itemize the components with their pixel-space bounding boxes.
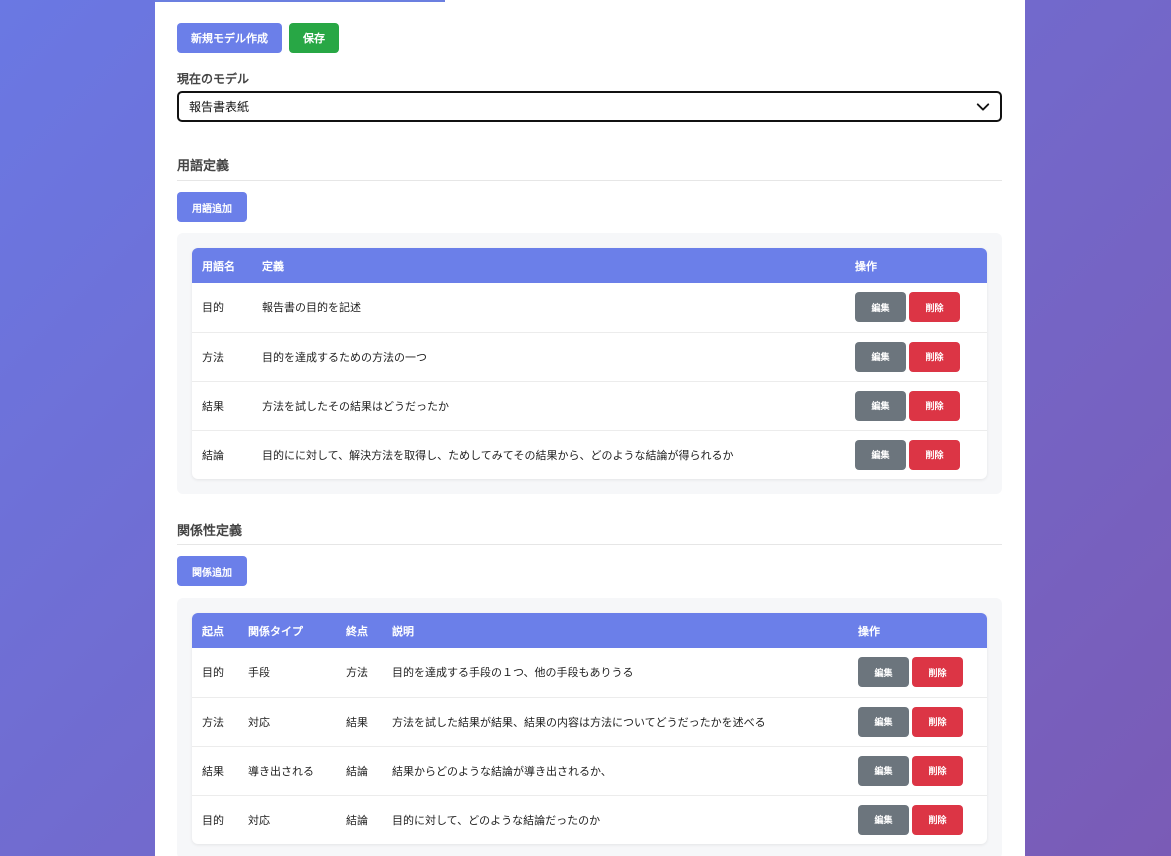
delete-button[interactable]: 削除	[912, 706, 963, 737]
terms-section-divider	[177, 180, 1002, 181]
term-definition: 目的を達成するための方法の一つ	[252, 331, 845, 381]
model-select-value: 報告書表紙	[189, 100, 250, 114]
delete-button[interactable]: 削除	[909, 390, 960, 421]
terms-section-title: 用語定義	[177, 159, 230, 174]
table-row: 目的 対応 結論 目的に対して、どのような結論だったのか 編集 削除	[192, 794, 987, 844]
table-row: 結果 導き出される 結論 結果からどのような結論が導き出されるか、 編集 削除	[192, 745, 987, 795]
delete-button[interactable]: 削除	[912, 755, 963, 786]
header-actions: 操作	[858, 624, 880, 638]
relation-to: 結論	[336, 745, 382, 795]
edit-button[interactable]: 編集	[855, 439, 906, 470]
relation-description: 目的に対して、どのような結論だったのか	[382, 794, 848, 844]
edit-button[interactable]: 編集	[855, 341, 906, 372]
table-row: 目的 報告書の目的を記述 編集 削除	[192, 283, 987, 332]
term-definition: 方法を試したその結果はどうだったか	[252, 380, 845, 430]
delete-button[interactable]: 削除	[909, 292, 960, 323]
new-model-button[interactable]: 新規モデル作成	[177, 23, 282, 53]
edit-button[interactable]: 編集	[858, 657, 909, 688]
table-row: 結論 目的にに対して、解決方法を取得し、ためしてみてその結果から、どのような結論が…	[192, 429, 987, 479]
relation-from: 目的	[202, 666, 224, 680]
terms-table: 用語名 定義 操作 目的 報告書の目的を記述 編集 削除 方法 目的を達成するための方法の…	[192, 248, 987, 479]
row-actions: 編集 削除	[848, 745, 987, 795]
relation-description: 方法を試した結果が結果、結果の内容は方法についてどうだったかを述べる	[382, 696, 848, 746]
term-name: 目的	[202, 301, 224, 315]
terms-table-container: 用語名 定義 操作 目的 報告書の目的を記述 編集 削除 方法 目的を達成するための方法の…	[177, 233, 1002, 494]
top-accent-bar	[155, 0, 445, 2]
delete-button[interactable]: 削除	[912, 804, 963, 835]
row-actions: 編集 削除	[848, 696, 987, 746]
row-actions: 編集 削除	[848, 794, 987, 844]
edit-button[interactable]: 編集	[855, 292, 906, 323]
row-actions: 編集 削除	[848, 648, 987, 697]
table-row: 方法 対応 結果 方法を試した結果が結果、結果の内容は方法についてどうだったかを述べる…	[192, 696, 987, 746]
edit-button[interactable]: 編集	[855, 390, 906, 421]
add-term-button[interactable]: 用語追加	[177, 192, 247, 222]
relations-table-container: 起点 関係タイプ 終点 説明 操作 目的 手段 方法 目的を達成する手段の１つ、他の手…	[177, 598, 1002, 856]
relation-from: 方法	[192, 696, 238, 746]
row-actions: 編集 削除	[845, 380, 987, 430]
row-actions: 編集 削除	[845, 331, 987, 381]
edit-button[interactable]: 編集	[858, 706, 909, 737]
chevron-down-icon	[976, 102, 990, 111]
delete-button[interactable]: 削除	[909, 341, 960, 372]
delete-button[interactable]: 削除	[909, 439, 960, 470]
relations-table: 起点 関係タイプ 終点 説明 操作 目的 手段 方法 目的を達成する手段の１つ、他の手…	[192, 613, 987, 844]
term-definition: 目的にに対して、解決方法を取得し、ためしてみてその結果から、どのような結論が得ら…	[252, 429, 845, 479]
header-term-name: 用語名	[202, 259, 235, 273]
term-name: 結果	[192, 380, 252, 430]
top-actions: 新規モデル作成 保存	[177, 23, 339, 53]
row-actions: 編集 削除	[845, 283, 987, 332]
relation-to: 方法	[346, 666, 368, 680]
header-relation-type: 関係タイプ	[248, 624, 303, 638]
row-actions: 編集 削除	[845, 429, 987, 479]
relation-description: 目的を達成する手段の１つ、他の手段もありうる	[392, 666, 634, 680]
table-row: 結果 方法を試したその結果はどうだったか 編集 削除	[192, 380, 987, 430]
model-select[interactable]: 報告書表紙	[177, 91, 1002, 122]
header-definition: 定義	[262, 259, 284, 273]
main-panel: 新規モデル作成 保存 現在のモデル 報告書表紙 用語定義 用語追加 用語名 定義…	[155, 0, 1025, 856]
add-relation-button[interactable]: 関係追加	[177, 556, 247, 586]
current-model-label: 現在のモデル	[177, 72, 250, 86]
save-button[interactable]: 保存	[289, 23, 339, 53]
term-name: 結論	[192, 429, 252, 479]
edit-button[interactable]: 編集	[858, 755, 909, 786]
relations-section-title: 関係性定義	[177, 524, 243, 539]
relations-section-divider	[177, 544, 1002, 545]
relation-to: 結論	[336, 794, 382, 844]
header-from: 起点	[202, 624, 224, 638]
relation-type: 対応	[238, 794, 336, 844]
delete-button[interactable]: 削除	[912, 657, 963, 688]
relation-type: 導き出される	[238, 745, 336, 795]
relation-description: 結果からどのような結論が導き出されるか、	[382, 745, 848, 795]
term-definition: 報告書の目的を記述	[262, 301, 361, 315]
table-row: 目的 手段 方法 目的を達成する手段の１つ、他の手段もありうる 編集 削除	[192, 648, 987, 697]
terms-table-header: 用語名 定義 操作	[192, 248, 987, 283]
relation-from: 目的	[192, 794, 238, 844]
header-description: 説明	[392, 624, 414, 638]
header-to: 終点	[346, 624, 368, 638]
relation-to: 結果	[336, 696, 382, 746]
relation-type: 対応	[238, 696, 336, 746]
table-row: 方法 目的を達成するための方法の一つ 編集 削除	[192, 331, 987, 381]
relation-type: 手段	[248, 666, 270, 680]
term-name: 方法	[192, 331, 252, 381]
relation-from: 結果	[192, 745, 238, 795]
header-actions: 操作	[855, 259, 877, 273]
relations-table-header: 起点 関係タイプ 終点 説明 操作	[192, 613, 987, 648]
edit-button[interactable]: 編集	[858, 804, 909, 835]
